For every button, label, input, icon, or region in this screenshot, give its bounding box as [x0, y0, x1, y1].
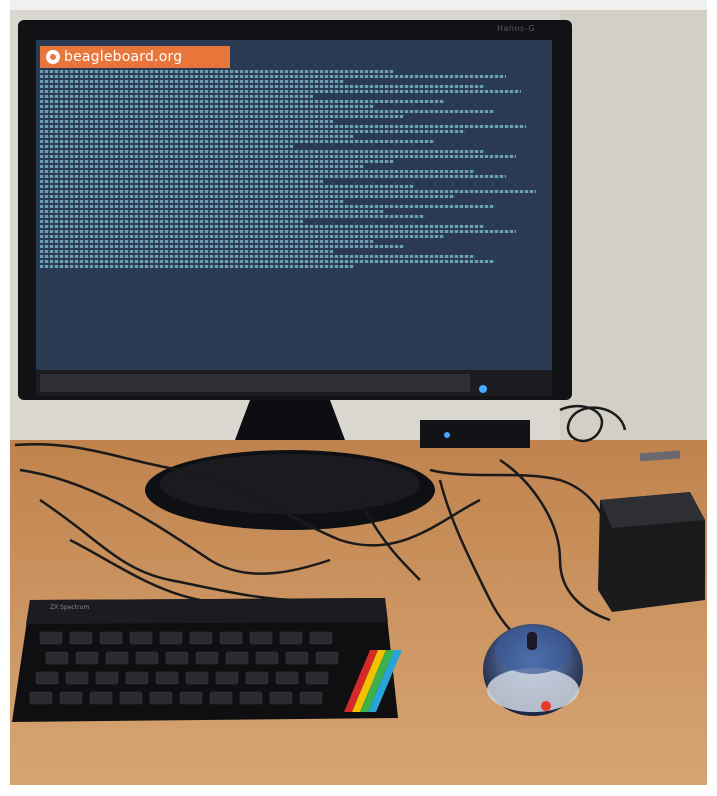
console-line: [40, 120, 334, 123]
console-line: [40, 135, 354, 138]
console-line: [40, 165, 364, 168]
console-line: [40, 115, 405, 118]
console-line: [40, 150, 486, 153]
console-line: [40, 225, 486, 228]
mouse: [483, 624, 583, 716]
monitor-brand: Hanns-G: [497, 24, 536, 33]
console-line: [40, 245, 405, 248]
power-led-icon: [479, 385, 487, 393]
console-line: [40, 180, 324, 183]
console-line: [40, 110, 496, 113]
console-line: [40, 260, 496, 263]
banner-title: beagleboard.org: [64, 49, 183, 65]
console-line: [40, 160, 395, 163]
console-line: [40, 90, 521, 93]
mouse-led-icon: [541, 701, 551, 711]
console-line: [40, 220, 304, 223]
console-line: [40, 75, 506, 78]
console-line: [40, 100, 445, 103]
console-line: [40, 255, 476, 258]
console-line: [40, 235, 445, 238]
photo-scene: beagleboard.org Hanns-G ZX Spectrum: [0, 0, 717, 796]
console-line: [40, 105, 374, 108]
console-line: [40, 240, 374, 243]
console-line: [40, 175, 506, 178]
console-line: [40, 130, 466, 133]
console-line: [40, 250, 334, 253]
console-line: [40, 265, 354, 268]
wall-right: [560, 0, 717, 460]
console-line: [40, 230, 516, 233]
console-line: [40, 185, 415, 188]
beagle-logo-icon: [46, 50, 60, 64]
console-line: [40, 155, 516, 158]
console-line: [40, 215, 425, 218]
console-line: [40, 140, 435, 143]
boot-banner: beagleboard.org: [40, 46, 230, 68]
monitor-neck: [235, 400, 345, 440]
console-line: [40, 125, 526, 128]
console-line: [40, 210, 385, 213]
keyboard-brand: ZX Spectrum: [50, 604, 90, 611]
console-line: [40, 80, 344, 83]
console-line: [40, 190, 536, 193]
console-line: [40, 200, 344, 203]
console-line: [40, 195, 455, 198]
console-line: [40, 85, 486, 88]
console-line: [40, 145, 293, 148]
zx-keyboard: [12, 598, 402, 722]
console-line: [40, 205, 496, 208]
console-line: [40, 170, 476, 173]
console-line: [40, 95, 314, 98]
boot-console: [40, 68, 546, 364]
console-line: [40, 70, 395, 73]
